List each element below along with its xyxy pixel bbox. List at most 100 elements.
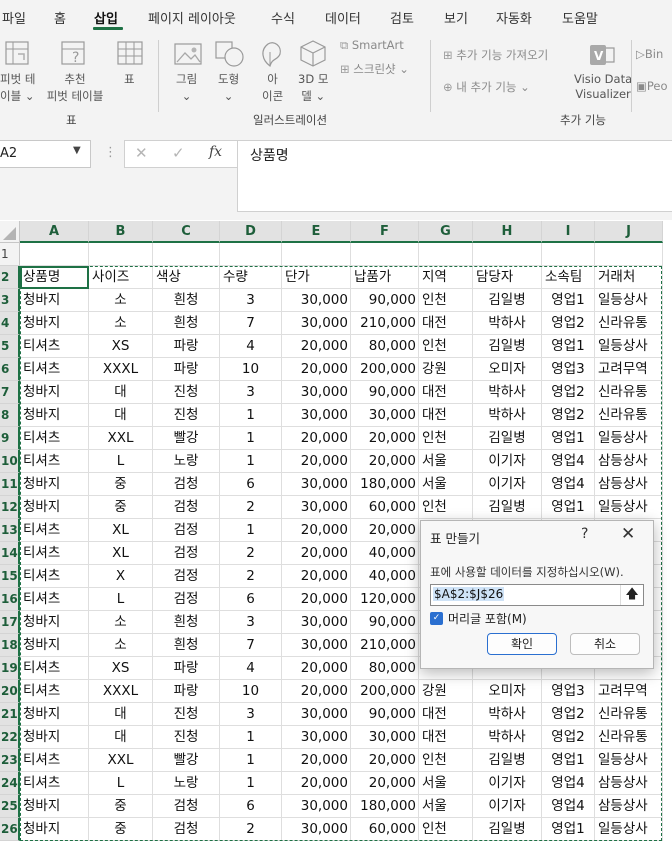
table-cell[interactable]: 고려무역 (595, 680, 663, 703)
smartart-button[interactable]: ⧉ SmartArt (340, 38, 404, 53)
table-cell[interactable]: XS (89, 335, 153, 358)
table-cell[interactable]: 200,000 (351, 358, 419, 381)
row-header[interactable]: 22 (0, 726, 20, 749)
table-cell[interactable]: 청바지 (20, 634, 89, 657)
table-cell[interactable]: 소 (89, 289, 153, 312)
row-header[interactable]: 8 (0, 404, 20, 427)
table-cell[interactable]: 박하사 (473, 703, 542, 726)
table-cell[interactable]: 1 (220, 404, 282, 427)
row-header[interactable]: 7 (0, 381, 20, 404)
table-cell[interactable]: 30,000 (351, 404, 419, 427)
table-cell[interactable]: 청바지 (20, 818, 89, 841)
table-cell[interactable]: 영업1 (542, 289, 595, 312)
insert-function-icon[interactable]: fx (209, 144, 222, 160)
table-cell[interactable]: 오미자 (473, 358, 542, 381)
table-cell[interactable]: 90,000 (351, 381, 419, 404)
table-cell[interactable]: 10 (220, 358, 282, 381)
row-header[interactable]: 18 (0, 634, 20, 657)
table-cell[interactable]: 4 (220, 335, 282, 358)
table-cell[interactable]: 1 (220, 772, 282, 795)
table-cell[interactable]: 대 (89, 404, 153, 427)
table-cell[interactable]: 30,000 (282, 818, 351, 841)
row-header[interactable]: 12 (0, 496, 20, 519)
row-header[interactable]: 24 (0, 772, 20, 795)
table-cell[interactable]: 티셔츠 (20, 680, 89, 703)
table-cell[interactable]: 20,000 (351, 519, 419, 542)
table-cell[interactable]: 진청 (153, 404, 220, 427)
table-cell[interactable]: 일등상사 (595, 427, 663, 450)
table-cell[interactable]: 30,000 (282, 611, 351, 634)
table-cell[interactable]: 서울 (419, 795, 473, 818)
table-cell[interactable]: 영업3 (542, 358, 595, 381)
table-cell[interactable]: 인천 (419, 749, 473, 772)
table-cell[interactable]: 10 (220, 680, 282, 703)
table-cell[interactable]: 40,000 (351, 542, 419, 565)
table-cell[interactable]: 20,000 (351, 427, 419, 450)
table-cell[interactable]: 김일병 (473, 496, 542, 519)
table-cell[interactable]: 30,000 (282, 381, 351, 404)
table-cell[interactable]: 3 (220, 703, 282, 726)
table-cell[interactable]: 강원 (419, 358, 473, 381)
select-all-button[interactable] (0, 221, 20, 243)
table-cell[interactable]: 검정 (153, 565, 220, 588)
table-cell[interactable]: 파랑 (153, 335, 220, 358)
table-cell[interactable]: 20,000 (282, 427, 351, 450)
table-cell[interactable]: 소 (89, 611, 153, 634)
table-cell[interactable]: 20,000 (282, 680, 351, 703)
table-cell[interactable]: 빨강 (153, 749, 220, 772)
table-cell[interactable]: 검청 (153, 473, 220, 496)
table-cell[interactable]: 청바지 (20, 381, 89, 404)
row-header[interactable]: 25 (0, 795, 20, 818)
table-cell[interactable]: 영업1 (542, 749, 595, 772)
tab-automate[interactable]: 자동화 (496, 8, 532, 27)
table-cell[interactable]: 소 (89, 634, 153, 657)
table-cell[interactable]: 티셔츠 (20, 565, 89, 588)
table-cell[interactable]: 신라유통 (595, 312, 663, 335)
table-cell[interactable]: 20,000 (351, 772, 419, 795)
table-cell[interactable]: 7 (220, 634, 282, 657)
table-cell[interactable]: 30,000 (282, 703, 351, 726)
table-cell[interactable]: 7 (220, 312, 282, 335)
visio-button[interactable]: Visio Data Visualizer (574, 72, 632, 102)
table-cell[interactable]: 파랑 (153, 358, 220, 381)
icons-icon[interactable] (256, 40, 286, 72)
table-cell[interactable]: 20,000 (282, 772, 351, 795)
table-cell[interactable]: 일등상사 (595, 818, 663, 841)
shapes-button[interactable]: 도형 ⌄ (218, 71, 239, 105)
my-addins-button[interactable]: ⊕ 내 추가 기능 ⌄ (443, 79, 530, 95)
row-header[interactable]: 23 (0, 749, 20, 772)
tab-data[interactable]: 데이터 (325, 8, 361, 27)
table-cell[interactable]: 영업4 (542, 795, 595, 818)
table-cell[interactable]: 2 (220, 542, 282, 565)
table-cell[interactable]: L (89, 450, 153, 473)
row-header[interactable]: 5 (0, 335, 20, 358)
table-cell[interactable]: XXL (89, 427, 153, 450)
visio-icon[interactable]: V (588, 40, 618, 74)
table-cell[interactable]: 영업3 (542, 680, 595, 703)
table-cell[interactable]: 대 (89, 726, 153, 749)
range-input[interactable]: $A$2:$J$26 🡅 (430, 584, 644, 606)
empty-cell[interactable] (20, 243, 89, 266)
table-cell[interactable]: 대전 (419, 703, 473, 726)
table-cell[interactable]: 서울 (419, 772, 473, 795)
table-cell[interactable]: 파랑 (153, 680, 220, 703)
row-header[interactable]: 2 (0, 266, 20, 289)
shapes-icon[interactable] (214, 40, 246, 72)
table-cell[interactable]: 인천 (419, 818, 473, 841)
table-cell[interactable]: 6 (220, 473, 282, 496)
table-cell[interactable]: 삼등상사 (595, 772, 663, 795)
table-cell[interactable]: 티셔츠 (20, 542, 89, 565)
table-cell[interactable]: 90,000 (351, 611, 419, 634)
table-cell[interactable]: XL (89, 542, 153, 565)
table-cell[interactable]: L (89, 772, 153, 795)
collapse-dialog-icon[interactable]: 🡅 (620, 585, 643, 605)
column-header[interactable]: D (220, 221, 282, 243)
empty-cell[interactable] (89, 243, 153, 266)
table-cell[interactable]: 김일병 (473, 749, 542, 772)
table-cell[interactable]: 20,000 (351, 450, 419, 473)
table-cell[interactable]: 김일병 (473, 427, 542, 450)
table-cell[interactable]: 영업2 (542, 404, 595, 427)
empty-cell[interactable] (351, 243, 419, 266)
empty-cell[interactable] (282, 243, 351, 266)
table-cell[interactable]: 노랑 (153, 450, 220, 473)
